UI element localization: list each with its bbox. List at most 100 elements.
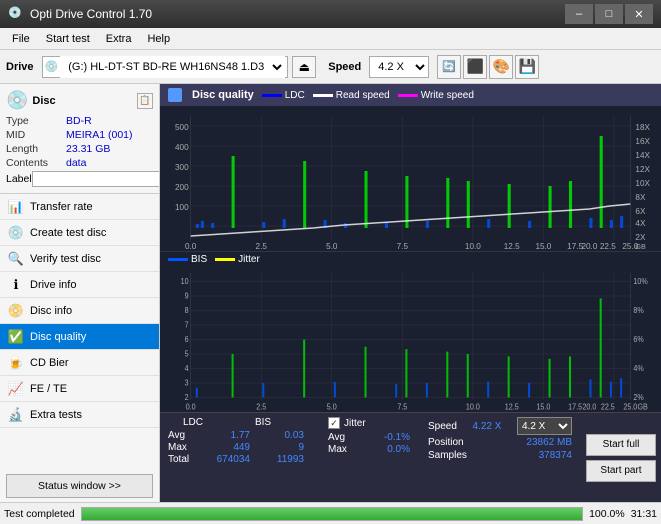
sidebar: 💿 Disc 📋 Type BD-R MID MEIRA1 (001) Leng… (0, 84, 160, 502)
svg-text:0.0: 0.0 (186, 402, 197, 412)
transfer-rate-icon: 📊 (8, 199, 24, 215)
stats-right: Speed 4.22 X 4.2 X Position 23862 MB Sam… (420, 413, 580, 502)
svg-text:2.5: 2.5 (256, 242, 268, 251)
sidebar-item-verify-test[interactable]: 🔍 Verify test disc (0, 246, 159, 272)
status-window-button[interactable]: Status window >> (6, 474, 153, 498)
stats-header: LDC BIS (168, 417, 312, 428)
close-button[interactable]: ✕ (625, 4, 653, 24)
create-test-icon: 💿 (8, 225, 24, 241)
menu-start-test[interactable]: Start test (38, 31, 98, 47)
drive-select[interactable]: (G:) HL-DT-ST BD-RE WH16NS48 1.D3 (60, 56, 285, 78)
start-part-button[interactable]: Start part (586, 460, 656, 482)
fe-te-icon: 📈 (8, 381, 24, 397)
svg-text:10X: 10X (635, 179, 650, 188)
top-chart-svg: 500 400 300 200 100 18X 16X 14X 12X 10X … (160, 106, 661, 251)
sidebar-item-create-test[interactable]: 💿 Create test disc (0, 220, 159, 246)
sidebar-label-drive-info: Drive info (30, 279, 76, 291)
svg-text:14X: 14X (635, 151, 650, 160)
status-bar: Test completed 100.0% 31:31 (0, 502, 661, 524)
eject-button[interactable]: ⏏ (292, 56, 316, 78)
stats-jitter: ✓ Jitter Avg -0.1% Max 0.0% (320, 413, 420, 502)
menu-help[interactable]: Help (139, 31, 178, 47)
svg-text:15.0: 15.0 (536, 402, 551, 412)
bis-color (168, 258, 188, 261)
speed-value: 4.22 X (473, 421, 502, 432)
toolbar: Drive 💿 (G:) HL-DT-ST BD-RE WH16NS48 1.D… (0, 50, 661, 84)
svg-text:2%: 2% (633, 392, 643, 402)
stats-total-row: Total 674034 11993 (168, 454, 312, 465)
start-buttons: Start full Start part (580, 413, 661, 502)
jitter-max-label: Max (328, 444, 356, 455)
disc-label-row: Label ✎ (6, 171, 153, 187)
max-label: Max (168, 442, 196, 453)
disc-type-value: BD-R (66, 115, 92, 127)
sidebar-label-extra-tests: Extra tests (30, 409, 82, 421)
save-button[interactable]: 💾 (515, 55, 539, 79)
sidebar-item-drive-info[interactable]: ℹ Drive info (0, 272, 159, 298)
progress-bar-fill (82, 508, 582, 520)
disc-type-row: Type BD-R (6, 115, 153, 127)
svg-text:6: 6 (185, 334, 190, 344)
disc-copy-btn[interactable]: 📋 (137, 93, 153, 109)
jitter-avg-label: Avg (328, 432, 356, 443)
svg-text:3: 3 (185, 378, 190, 388)
disc-contents-value: data (66, 157, 86, 169)
svg-text:0.0: 0.0 (185, 242, 197, 251)
app-title: Opti Drive Control 1.70 (30, 7, 565, 21)
legend-jitter: Jitter (215, 254, 260, 265)
stats-max-row: Max 449 9 (168, 442, 312, 453)
ldc-color (262, 94, 282, 97)
title-bar: 💿 Opti Drive Control 1.70 – □ ✕ (0, 0, 661, 28)
disc-length-row: Length 23.31 GB (6, 143, 153, 155)
format-button[interactable]: 🎨 (489, 55, 513, 79)
svg-text:2X: 2X (635, 233, 646, 242)
svg-text:17.5: 17.5 (568, 402, 583, 412)
drive-label: Drive (6, 61, 34, 73)
erase-button[interactable]: ⬛ (463, 55, 487, 79)
refresh-button[interactable]: 🔄 (437, 55, 461, 79)
sidebar-item-transfer-rate[interactable]: 📊 Transfer rate (0, 194, 159, 220)
sidebar-item-cd-bier[interactable]: 🍺 CD Bier (0, 350, 159, 376)
max-ldc-val: 449 (200, 442, 250, 453)
sidebar-item-extra-tests[interactable]: 🔬 Extra tests (0, 402, 159, 428)
svg-text:12.5: 12.5 (504, 242, 520, 251)
disc-panel-title: Disc (32, 95, 55, 107)
bottom-chart-legend: BIS Jitter (160, 251, 661, 267)
sidebar-item-disc-info[interactable]: 📀 Disc info (0, 298, 159, 324)
sidebar-item-disc-quality[interactable]: ✅ Disc quality (0, 324, 159, 350)
disc-label-input[interactable] (32, 171, 160, 187)
jitter-checkbox[interactable]: ✓ (328, 417, 340, 429)
svg-text:20.0: 20.0 (581, 242, 597, 251)
minimize-button[interactable]: – (565, 4, 593, 24)
sidebar-item-fe-te[interactable]: 📈 FE / TE (0, 376, 159, 402)
svg-text:5.0: 5.0 (326, 242, 338, 251)
avg-ldc-val: 1.77 (200, 430, 250, 441)
disc-length-value: 23.31 GB (66, 143, 110, 155)
position-label: Position (428, 437, 464, 448)
svg-text:300: 300 (175, 163, 189, 172)
menu-file[interactable]: File (4, 31, 38, 47)
bottom-chart: 10 9 8 7 6 5 4 3 2 10% 8% 6% 4% 2% 0.0 (160, 267, 661, 412)
svg-text:20.0: 20.0 (582, 402, 597, 412)
maximize-button[interactable]: □ (595, 4, 623, 24)
speed-select-stats[interactable]: 4.2 X (517, 417, 572, 435)
sidebar-label-cd-bier: CD Bier (30, 357, 69, 369)
app-icon: 💿 (8, 6, 24, 22)
jitter-avg-val: -0.1% (360, 432, 410, 443)
legend-bis: BIS (168, 254, 207, 265)
sidebar-label-verify-test: Verify test disc (30, 253, 101, 265)
menu-extra[interactable]: Extra (98, 31, 140, 47)
speed-select[interactable]: 4.2 X (369, 56, 429, 78)
main-layout: 💿 Disc 📋 Type BD-R MID MEIRA1 (001) Leng… (0, 84, 661, 502)
stats-ldc-bis: LDC BIS Avg 1.77 0.03 Max 449 9 Total 67… (160, 413, 320, 502)
legend-ldc-label: LDC (285, 90, 305, 101)
svg-text:6X: 6X (635, 207, 646, 216)
chart-header: Disc quality LDC Read speed Write speed (160, 84, 661, 106)
svg-text:7.5: 7.5 (397, 402, 408, 412)
start-full-button[interactable]: Start full (586, 434, 656, 456)
samples-value: 378374 (539, 450, 572, 461)
legend-bis-label: BIS (191, 254, 207, 265)
jitter-avg-row: Avg -0.1% (328, 432, 412, 443)
svg-text:5.0: 5.0 (327, 402, 338, 412)
svg-text:8X: 8X (635, 193, 646, 202)
